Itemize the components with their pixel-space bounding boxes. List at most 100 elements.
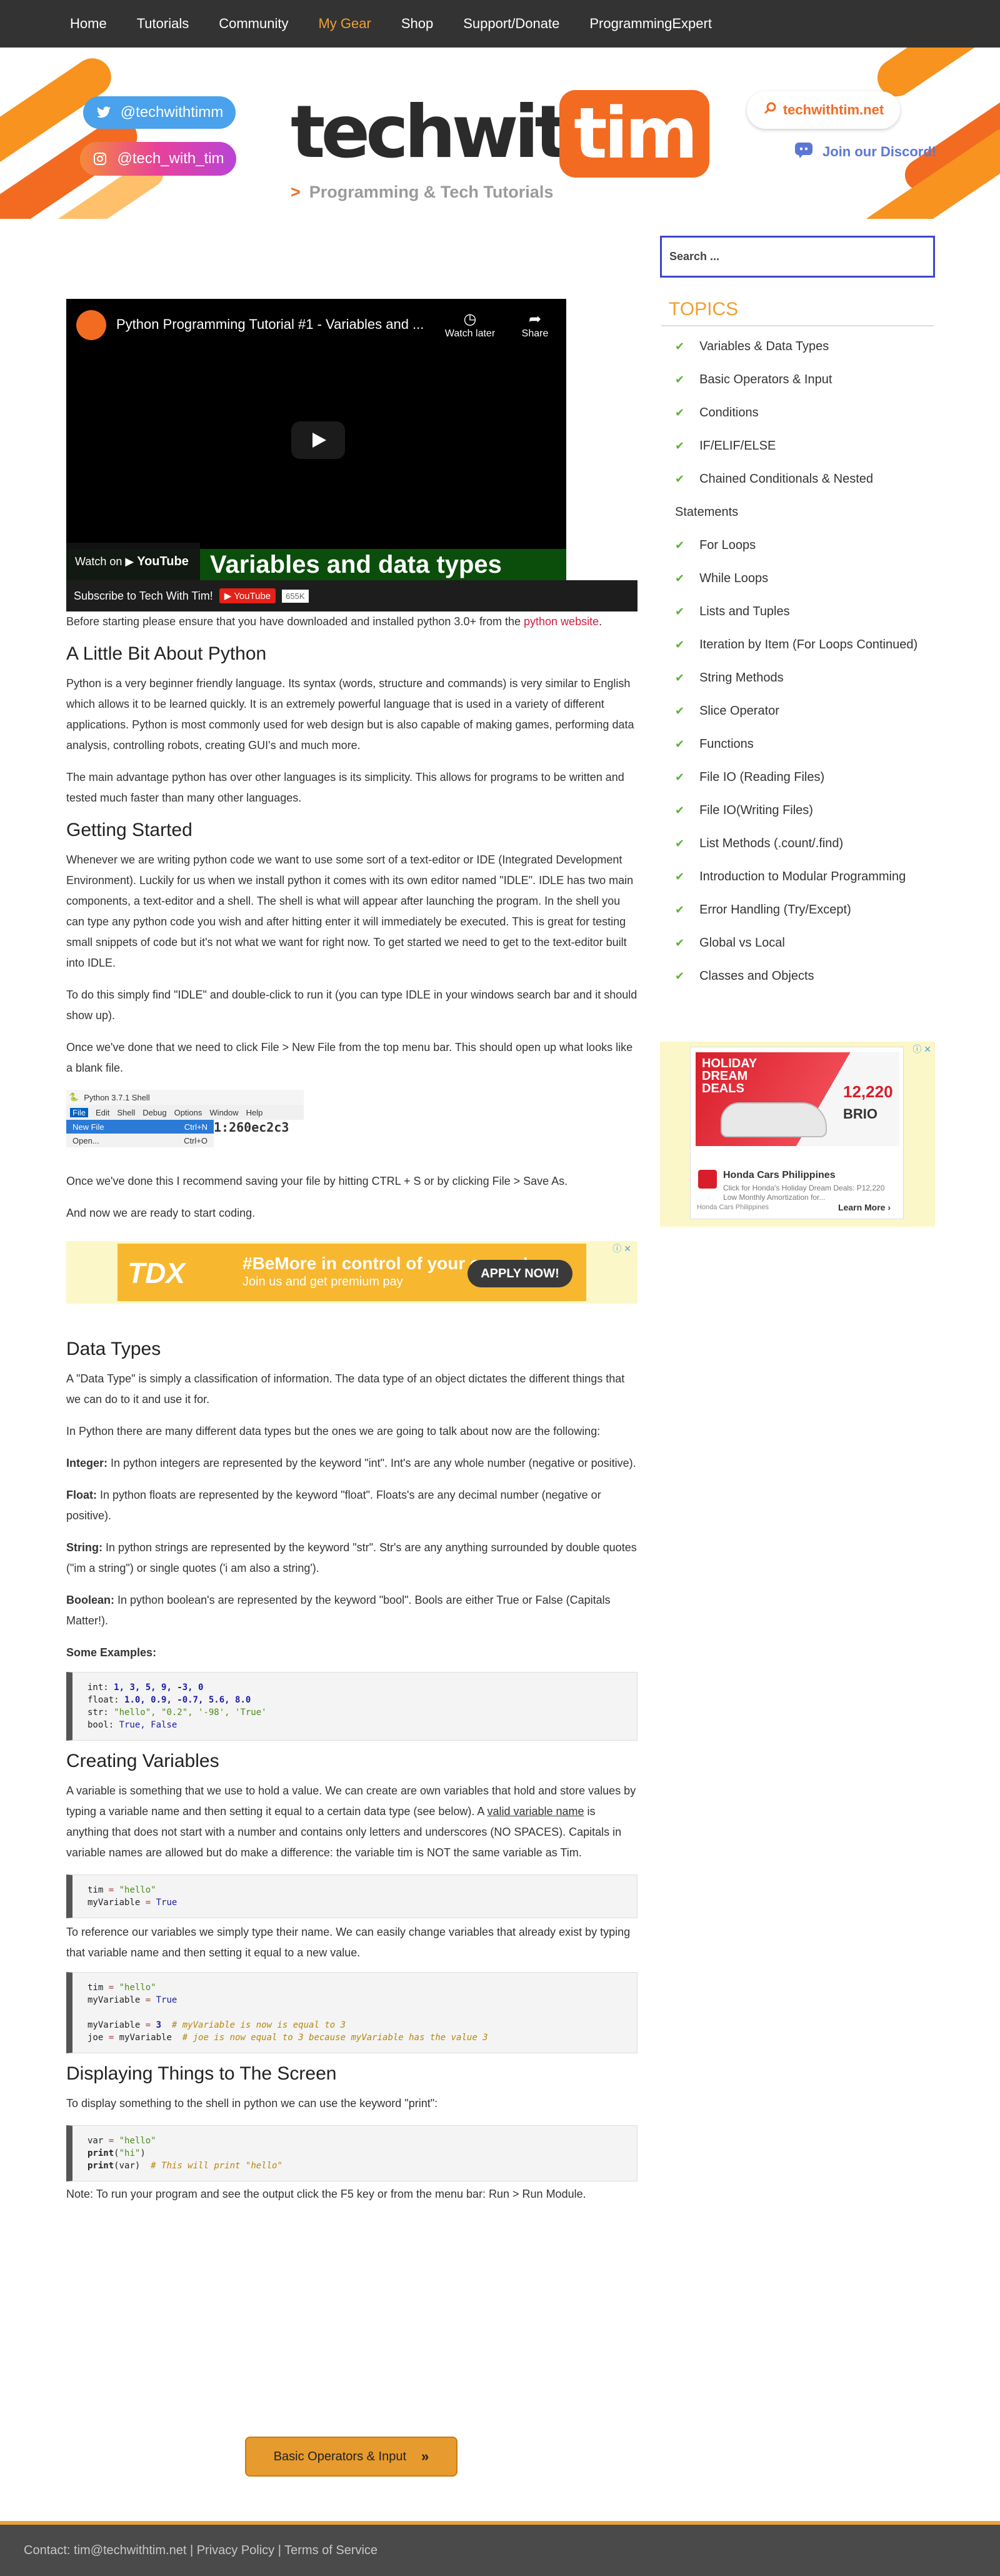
topic-item[interactable]: ✔ Introduction to Modular Programming bbox=[675, 860, 934, 893]
topics-list: ✔ Variables & Data Types ✔ Basic Operators … bbox=[661, 326, 934, 993]
check-icon: ✔ bbox=[675, 837, 685, 850]
website-link[interactable]: techwithtim.net bbox=[747, 91, 900, 129]
nav-item-shop[interactable]: Shop bbox=[401, 16, 433, 32]
watch-later-button[interactable]: ◷ Watch later bbox=[439, 310, 501, 340]
discord-icon bbox=[794, 141, 814, 163]
topic-item[interactable]: ✔ List Methods (.count/.find) bbox=[675, 827, 934, 860]
topic-label: While Loops bbox=[699, 571, 769, 585]
topic-item[interactable]: ✔ Conditions bbox=[675, 396, 934, 430]
types-paragraph-1: A "Data Type" is simply a classification… bbox=[66, 1372, 625, 1406]
twitter-button[interactable]: @techwithtimm bbox=[83, 96, 236, 129]
topic-item[interactable]: ✔ For Loops bbox=[675, 529, 934, 562]
search-placeholder: Search ... bbox=[669, 250, 720, 263]
topic-item[interactable]: ✔ Chained Conditionals & Nested Statement… bbox=[675, 463, 934, 529]
search-icon bbox=[763, 101, 777, 119]
ad-creative[interactable]: TDX #BeMore in control of your career! J… bbox=[118, 1244, 586, 1301]
type-integer-text: In python integers are represented by th… bbox=[108, 1457, 636, 1469]
play-button[interactable] bbox=[291, 421, 345, 459]
type-boolean-text: In python boolean's are represented by t… bbox=[66, 1594, 611, 1627]
next-topic-label: Basic Operators & Input bbox=[273, 2449, 407, 2463]
topic-item[interactable]: ✔ Variables & Data Types bbox=[675, 330, 934, 363]
search-input[interactable]: Search ... bbox=[660, 236, 935, 278]
nav-item-my-gear[interactable]: My Gear bbox=[318, 16, 371, 32]
discord-link-label: Join our Discord! bbox=[822, 144, 937, 159]
share-button[interactable]: ➦ Share bbox=[504, 310, 566, 340]
instagram-button[interactable]: @tech_with_tim bbox=[80, 142, 236, 176]
side-ad-headline: HOLIDAY DREAM DEALS bbox=[702, 1057, 757, 1095]
topic-label: File IO(Writing Files) bbox=[699, 803, 813, 817]
heading-getting-started: Getting Started bbox=[66, 820, 192, 840]
youtube-video[interactable]: Python Programming Tutorial #1 - Variabl… bbox=[66, 299, 566, 580]
youtube-subscribe-button[interactable]: ▶ YouTube bbox=[219, 588, 276, 603]
sidebar-ad[interactable]: HOLIDAY DREAM DEALS 12,220 BRIO Honda Ca… bbox=[660, 1042, 935, 1227]
next-topic-button[interactable]: Basic Operators & Input » bbox=[245, 2437, 458, 2477]
topic-label: File IO (Reading Files) bbox=[699, 770, 825, 784]
sidebar-ad-creative[interactable]: HOLIDAY DREAM DEALS 12,220 BRIO Honda Ca… bbox=[690, 1047, 904, 1219]
topic-item[interactable]: ✔ Classes and Objects bbox=[675, 960, 934, 993]
topic-item[interactable]: ✔ IF/ELIF/ELSE bbox=[675, 430, 934, 463]
start-paragraph-1: Whenever we are writing python code we w… bbox=[66, 853, 634, 969]
topic-item[interactable]: ✔ Lists and Tuples bbox=[675, 595, 934, 628]
topic-label: Global vs Local bbox=[699, 936, 785, 950]
ad-subline: Join us and get premium pay bbox=[242, 1275, 403, 1289]
examples-label: Some Examples: bbox=[66, 1643, 638, 1663]
topic-label: Basic Operators & Input bbox=[699, 373, 832, 386]
channel-avatar[interactable] bbox=[76, 310, 106, 340]
footer-links[interactable]: Contact: tim@techwithtim.net | Privacy P… bbox=[24, 2543, 378, 2558]
topic-item[interactable]: ✔ String Methods bbox=[675, 662, 934, 695]
hero-banner: @techwithtimm @tech_with_tim techwith ti… bbox=[0, 48, 1000, 219]
ad-info-icon[interactable]: ⓘ ✕ bbox=[912, 1043, 931, 1055]
topic-label: IF/ELIF/ELSE bbox=[699, 439, 776, 453]
topic-item[interactable]: ✔ Basic Operators & Input bbox=[675, 363, 934, 396]
ad-apply-button[interactable]: APPLY NOW! bbox=[468, 1260, 572, 1287]
nav-item-support-donate[interactable]: Support/Donate bbox=[463, 16, 559, 32]
website-link-label: techwithtim.net bbox=[782, 102, 884, 118]
topic-item[interactable]: ✔ Global vs Local bbox=[675, 927, 934, 960]
logo-subtitle-text: Programming & Tech Tutorials bbox=[309, 183, 554, 201]
topic-label: String Methods bbox=[699, 671, 784, 685]
type-string-label: String: bbox=[66, 1541, 102, 1554]
youtube-badge-label: YouTube bbox=[234, 591, 271, 601]
topic-label: Lists and Tuples bbox=[699, 605, 790, 618]
topic-item[interactable]: ✔ File IO(Writing Files) bbox=[675, 794, 934, 827]
topic-item[interactable]: ✔ Iteration by Item (For Loops Continued) bbox=[675, 628, 934, 662]
topic-item[interactable]: ✔ Error Handling (Try/Except) bbox=[675, 893, 934, 927]
side-ad-source: Honda Cars Philippines bbox=[697, 1204, 769, 1211]
discord-link[interactable]: Join our Discord! bbox=[794, 141, 936, 163]
python-website-link[interactable]: python website bbox=[524, 615, 599, 628]
video-title[interactable]: Python Programming Tutorial #1 - Variabl… bbox=[116, 316, 424, 333]
site-logo[interactable]: techwith tim > Programming & Tech Tutoria… bbox=[291, 90, 709, 203]
ad-info-icon[interactable]: ⓘ ✕ bbox=[612, 1242, 631, 1255]
type-float: Float: In python floats are represented … bbox=[66, 1485, 638, 1526]
type-boolean: Boolean: In python boolean's are represe… bbox=[66, 1590, 638, 1631]
topic-label: Variables & Data Types bbox=[699, 340, 829, 353]
nav-item-community[interactable]: Community bbox=[219, 16, 288, 32]
topic-item[interactable]: ✔ While Loops bbox=[675, 562, 934, 595]
check-icon: ✔ bbox=[675, 672, 685, 684]
topic-item[interactable]: ✔ File IO (Reading Files) bbox=[675, 761, 934, 794]
check-icon: ✔ bbox=[675, 539, 685, 551]
check-icon: ✔ bbox=[675, 705, 685, 717]
nav-item-tutorials[interactable]: Tutorials bbox=[137, 16, 189, 32]
nav-item-home[interactable]: Home bbox=[70, 16, 107, 32]
idle-item-label: New File bbox=[72, 1122, 104, 1132]
intro-end: . bbox=[599, 615, 602, 628]
type-integer-label: Integer: bbox=[66, 1457, 108, 1469]
idle-menu-file: File bbox=[70, 1107, 88, 1117]
ad-banner[interactable]: TDX #BeMore in control of your career! J… bbox=[66, 1241, 638, 1304]
idle-item-shortcut: Ctrl+O bbox=[184, 1135, 208, 1145]
side-ad-cta[interactable]: Learn More › bbox=[838, 1202, 891, 1212]
topic-item[interactable]: ✔ Functions bbox=[675, 728, 934, 761]
nav-item-programmingexpert[interactable]: ProgrammingExpert bbox=[589, 16, 712, 32]
display-paragraph-2: Note: To run your program and see the ou… bbox=[66, 2188, 586, 2200]
topic-item[interactable]: ✔ Slice Operator bbox=[675, 695, 934, 728]
python-icon: 🐍 bbox=[69, 1092, 79, 1102]
topic-label: Functions bbox=[699, 737, 754, 751]
code-block-vars-2: tim = "hello" myVariable = True myVariab… bbox=[66, 1972, 638, 2053]
check-icon: ✔ bbox=[675, 738, 685, 750]
watch-on-youtube-button[interactable]: Watch on ▶ YouTube bbox=[66, 543, 200, 580]
topic-label: Error Handling (Try/Except) bbox=[699, 903, 851, 917]
idle-screenshot: 🐍 Python 3.7.1 Shell File Edit Shell Debug Op… bbox=[66, 1090, 304, 1159]
instagram-icon bbox=[92, 151, 108, 167]
valid-variable-name-link[interactable]: valid variable name bbox=[487, 1805, 584, 1818]
